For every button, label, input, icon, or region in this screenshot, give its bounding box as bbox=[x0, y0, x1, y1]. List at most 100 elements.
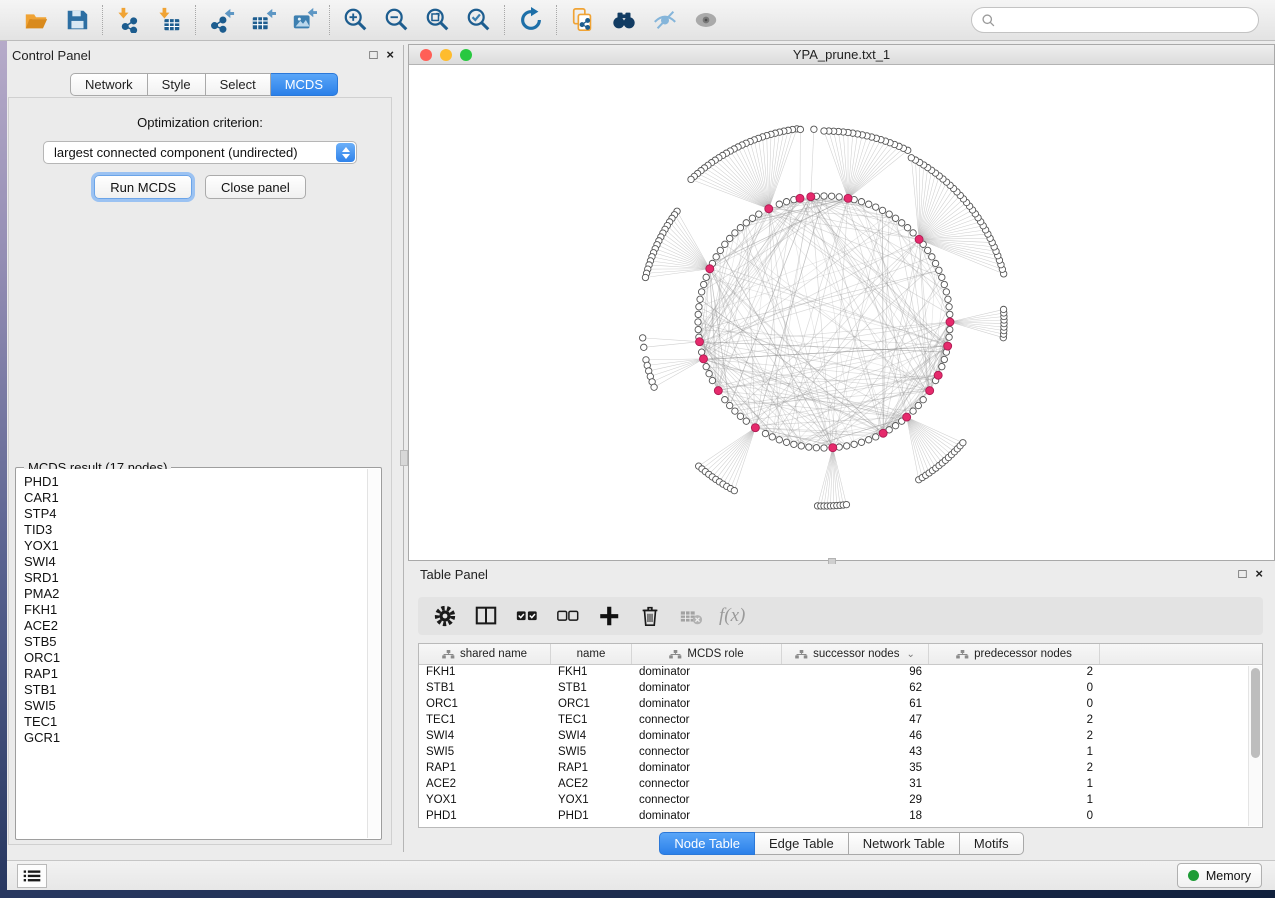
graph-node[interactable] bbox=[776, 201, 782, 207]
graph-hub-node[interactable] bbox=[829, 444, 837, 452]
graph-node[interactable] bbox=[695, 319, 701, 325]
graph-node[interactable] bbox=[858, 199, 864, 205]
tab-select[interactable]: Select bbox=[206, 73, 271, 96]
table-row[interactable]: PHD1PHD1dominator180 bbox=[419, 809, 1262, 825]
graph-node[interactable] bbox=[732, 230, 738, 236]
graph-node[interactable] bbox=[892, 422, 898, 428]
table-row[interactable]: SWI5SWI5connector431 bbox=[419, 745, 1262, 761]
mcds-result-item[interactable]: PHD1 bbox=[24, 474, 380, 490]
import-network-button[interactable] bbox=[115, 7, 142, 34]
tab-mcds[interactable]: MCDS bbox=[271, 73, 338, 96]
mcds-result-scrollbar[interactable] bbox=[367, 469, 380, 838]
graph-hub-node[interactable] bbox=[696, 338, 704, 346]
table-row[interactable]: FKH1FKH1dominator962 bbox=[419, 665, 1262, 681]
graph-hub-node[interactable] bbox=[926, 387, 934, 395]
graph-node[interactable] bbox=[762, 430, 768, 436]
graph-node[interactable] bbox=[943, 289, 949, 295]
graph-leaf-node[interactable] bbox=[797, 126, 803, 132]
graph-hub-node[interactable] bbox=[807, 193, 815, 201]
show-eye-button[interactable] bbox=[692, 7, 719, 34]
graph-node[interactable] bbox=[945, 296, 951, 302]
column-header-name[interactable]: name bbox=[551, 644, 632, 664]
close-table-panel-icon[interactable]: × bbox=[1255, 566, 1263, 582]
graph-hub-node[interactable] bbox=[879, 429, 887, 437]
checkboxes-checked-button[interactable] bbox=[514, 603, 540, 629]
graph-hub-node[interactable] bbox=[844, 194, 852, 202]
binoculars-button[interactable] bbox=[610, 7, 637, 34]
graph-node[interactable] bbox=[865, 201, 871, 207]
zoom-in-button[interactable] bbox=[342, 7, 369, 34]
graph-node[interactable] bbox=[743, 418, 749, 424]
graph-node[interactable] bbox=[717, 247, 723, 253]
tab-edge-table[interactable]: Edge Table bbox=[755, 832, 849, 855]
graph-leaf-node[interactable] bbox=[908, 155, 914, 161]
graph-node[interactable] bbox=[821, 193, 827, 199]
graph-hub-node[interactable] bbox=[946, 318, 954, 326]
graph-node[interactable] bbox=[892, 215, 898, 221]
graph-hub-node[interactable] bbox=[706, 265, 714, 273]
tab-network[interactable]: Network bbox=[70, 73, 148, 96]
tab-style[interactable]: Style bbox=[148, 73, 206, 96]
mcds-result-item[interactable]: TEC1 bbox=[24, 714, 380, 730]
table-row[interactable]: SWI4SWI4dominator462 bbox=[419, 729, 1262, 745]
graph-node[interactable] bbox=[929, 254, 935, 260]
table-row[interactable]: STB1STB1dominator620 bbox=[419, 681, 1262, 697]
graph-node[interactable] bbox=[915, 402, 921, 408]
graph-node[interactable] bbox=[726, 402, 732, 408]
graph-node[interactable] bbox=[756, 211, 762, 217]
search-box[interactable] bbox=[971, 7, 1259, 33]
run-mcds-button[interactable]: Run MCDS bbox=[94, 175, 192, 199]
graph-node[interactable] bbox=[709, 377, 715, 383]
column-header-MCDS-role[interactable]: MCDS role bbox=[632, 644, 782, 664]
zoom-selected-button[interactable] bbox=[465, 7, 492, 34]
column-header-predecessor-nodes[interactable]: predecessor nodes bbox=[929, 644, 1100, 664]
graph-leaf-node[interactable] bbox=[843, 501, 849, 507]
zoom-fit-button[interactable] bbox=[424, 7, 451, 34]
mcds-result-item[interactable]: TID3 bbox=[24, 522, 380, 538]
graph-leaf-node[interactable] bbox=[821, 128, 827, 134]
graph-node[interactable] bbox=[706, 371, 712, 377]
graph-node[interactable] bbox=[936, 267, 942, 273]
graph-node[interactable] bbox=[836, 194, 842, 200]
refresh-button[interactable] bbox=[517, 7, 544, 34]
memory-button[interactable]: Memory bbox=[1177, 863, 1262, 888]
mcds-result-list[interactable]: PHD1CAR1STP4TID3YOX1SWI4SRD1PMA2FKH1ACE2… bbox=[17, 469, 380, 838]
graph-node[interactable] bbox=[703, 274, 709, 280]
graph-leaf-node[interactable] bbox=[641, 344, 647, 350]
vertical-splitter[interactable] bbox=[400, 45, 408, 852]
network-window-titlebar[interactable]: YPA_prune.txt_1 bbox=[409, 45, 1274, 65]
graph-hub-node[interactable] bbox=[934, 371, 942, 379]
tab-motifs[interactable]: Motifs bbox=[960, 832, 1024, 855]
graph-leaf-node[interactable] bbox=[731, 487, 737, 493]
graph-leaf-node[interactable] bbox=[1000, 306, 1006, 312]
graph-node[interactable] bbox=[791, 441, 797, 447]
graph-hub-node[interactable] bbox=[765, 205, 773, 213]
table-scrollbar[interactable] bbox=[1248, 666, 1261, 826]
graph-node[interactable] bbox=[743, 220, 749, 226]
graph-hub-node[interactable] bbox=[700, 355, 708, 363]
float-panel-icon[interactable]: □ bbox=[370, 47, 378, 63]
graph-node[interactable] bbox=[910, 408, 916, 414]
graph-node[interactable] bbox=[737, 413, 743, 419]
close-panel-button[interactable]: Close panel bbox=[205, 175, 306, 199]
table-row[interactable]: RAP1RAP1dominator352 bbox=[419, 761, 1262, 777]
maximize-window-icon[interactable] bbox=[460, 49, 472, 61]
save-button[interactable] bbox=[63, 7, 90, 34]
graph-node[interactable] bbox=[947, 326, 953, 332]
graph-leaf-node[interactable] bbox=[639, 335, 645, 341]
graph-node[interactable] bbox=[904, 224, 910, 230]
graph-node[interactable] bbox=[899, 220, 905, 226]
graph-node[interactable] bbox=[696, 304, 702, 310]
graph-leaf-node[interactable] bbox=[960, 440, 966, 446]
graph-node[interactable] bbox=[865, 437, 871, 443]
mcds-result-item[interactable]: ORC1 bbox=[24, 650, 380, 666]
graph-node[interactable] bbox=[844, 443, 850, 449]
import-table-button[interactable] bbox=[156, 7, 183, 34]
zoom-out-button[interactable] bbox=[383, 7, 410, 34]
graph-hub-node[interactable] bbox=[915, 235, 923, 243]
graph-node[interactable] bbox=[783, 199, 789, 205]
graph-node[interactable] bbox=[920, 397, 926, 403]
graph-leaf-node[interactable] bbox=[642, 274, 648, 280]
mcds-result-item[interactable]: YOX1 bbox=[24, 538, 380, 554]
mcds-result-item[interactable]: SWI5 bbox=[24, 698, 380, 714]
